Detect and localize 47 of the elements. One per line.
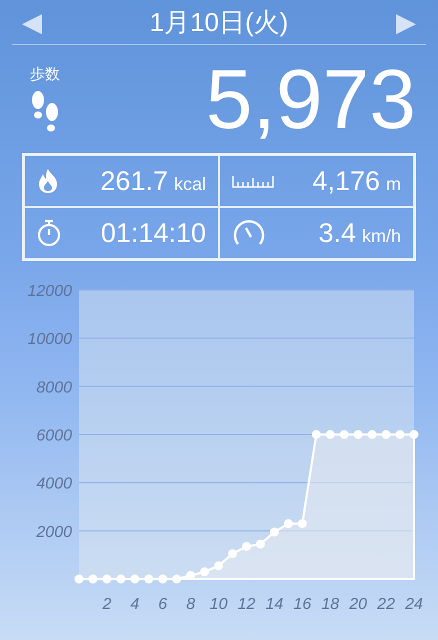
x-axis-label: 16 (293, 596, 312, 613)
y-axis-label: 6000 (36, 428, 72, 444)
stopwatch-icon (37, 219, 61, 247)
x-axis-label: 2 (102, 596, 112, 613)
next-day-button[interactable]: ▶ (386, 6, 426, 38)
data-point (298, 519, 307, 528)
x-axis-label: 22 (377, 596, 395, 613)
data-point (340, 430, 349, 439)
data-point (228, 549, 238, 558)
x-axis-label: 20 (349, 596, 368, 613)
flame-icon (37, 168, 59, 194)
data-point (242, 542, 251, 551)
step-count: 5,973 (206, 57, 416, 141)
x-axis-label: 8 (186, 596, 196, 613)
footprints-icon (30, 90, 60, 134)
ruler-icon (232, 174, 274, 188)
x-axis-label: 24 (405, 596, 423, 613)
data-point (382, 430, 391, 439)
stat-value: 4,176 m (312, 166, 401, 196)
x-axis-label: 12 (238, 596, 256, 613)
steps-label: 歩数 (30, 64, 60, 84)
stat-value: 3.4 km/h (318, 218, 401, 248)
y-axis-label: 12000 (28, 283, 72, 300)
y-axis-label: 10000 (28, 331, 72, 348)
stat-value: 261.7 kcal (100, 166, 206, 196)
previous-day-button[interactable]: ◀ (12, 6, 52, 38)
data-point (214, 561, 224, 570)
data-point (396, 430, 405, 439)
date-title: 1月10日(火) (150, 6, 288, 38)
y-axis-label: 8000 (36, 379, 72, 396)
x-axis-label: 10 (210, 596, 228, 613)
data-point (256, 540, 265, 549)
data-point (284, 519, 293, 528)
data-point (270, 528, 279, 537)
x-axis-label: 4 (130, 596, 140, 613)
data-point (312, 430, 321, 439)
y-axis-label: 4000 (36, 476, 72, 493)
x-axis-label: 14 (266, 596, 284, 613)
stat-value: 01:14:10 (100, 218, 206, 248)
x-axis-label: 18 (321, 596, 340, 613)
data-point (200, 567, 210, 576)
y-axis-label: 2000 (36, 524, 72, 541)
data-point (326, 430, 335, 439)
speedometer-icon (232, 220, 266, 246)
data-point (354, 430, 363, 439)
data-point (368, 430, 377, 439)
x-axis-label: 6 (158, 596, 168, 613)
